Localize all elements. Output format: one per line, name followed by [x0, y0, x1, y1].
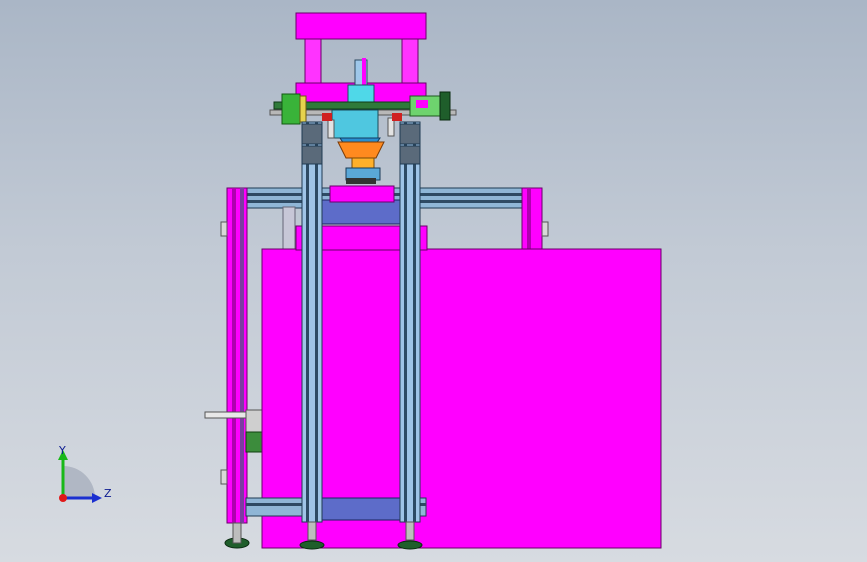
top-press-plate — [295, 12, 427, 40]
z-axis-arrow — [92, 493, 102, 503]
z-axis-label: Z — [104, 487, 112, 500]
vertical-column-left — [299, 121, 325, 550]
x-axis-dot — [59, 494, 67, 502]
cad-model-viewport[interactable] — [0, 0, 867, 562]
triad-quadrant — [63, 466, 95, 498]
left-frame — [204, 187, 263, 549]
right-frame — [521, 187, 549, 251]
mechanism-cluster — [269, 58, 457, 184]
axis-triad: Y Z — [58, 444, 112, 503]
press-column-right — [401, 38, 419, 84]
motor-left — [281, 93, 301, 125]
press-column-left — [304, 38, 322, 84]
vertical-column-right — [397, 121, 423, 550]
y-axis-label: Y — [58, 444, 66, 457]
